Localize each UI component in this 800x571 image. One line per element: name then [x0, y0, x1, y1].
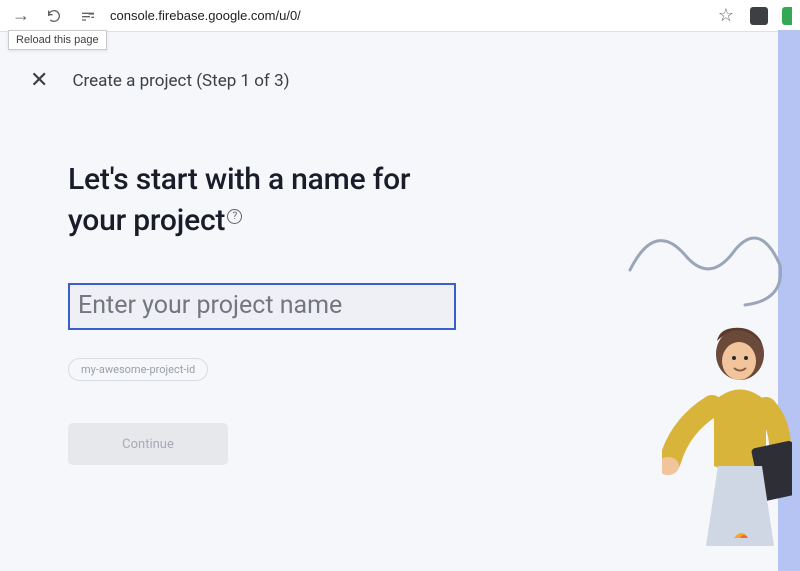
project-id-chip: my-awesome-project-id: [68, 358, 208, 381]
main-area: Let's start with a name for your project…: [0, 92, 500, 465]
extension-icon-2[interactable]: [782, 7, 792, 25]
browser-toolbar: → console.firebase.google.com/u/0/ ☆: [0, 0, 800, 32]
continue-button[interactable]: Continue: [68, 423, 228, 465]
wizard-header: ✕ Create a project (Step 1 of 3): [0, 32, 800, 92]
decorative-character: [662, 306, 792, 546]
reload-icon: [46, 8, 62, 24]
heading-line-1: Let's start with a name for: [68, 162, 410, 197]
page-heading: Let's start with a name for your project…: [68, 160, 500, 241]
step-title: Create a project (Step 1 of 3): [72, 71, 289, 91]
heading-line-2: your project: [68, 203, 225, 238]
forward-icon[interactable]: →: [8, 3, 34, 28]
project-name-input[interactable]: [78, 289, 446, 322]
extension-icon[interactable]: [750, 7, 768, 25]
close-icon[interactable]: ✕: [30, 70, 48, 92]
address-bar-url[interactable]: console.firebase.google.com/u/0/: [108, 8, 708, 23]
tune-icon: [80, 8, 96, 24]
bookmark-star-icon[interactable]: ☆: [718, 5, 734, 26]
reload-button[interactable]: [44, 6, 64, 26]
help-icon[interactable]: ?: [227, 209, 242, 224]
project-name-field-wrap[interactable]: [68, 283, 456, 330]
site-info-icon[interactable]: [78, 6, 98, 26]
reload-tooltip: Reload this page: [8, 30, 107, 50]
